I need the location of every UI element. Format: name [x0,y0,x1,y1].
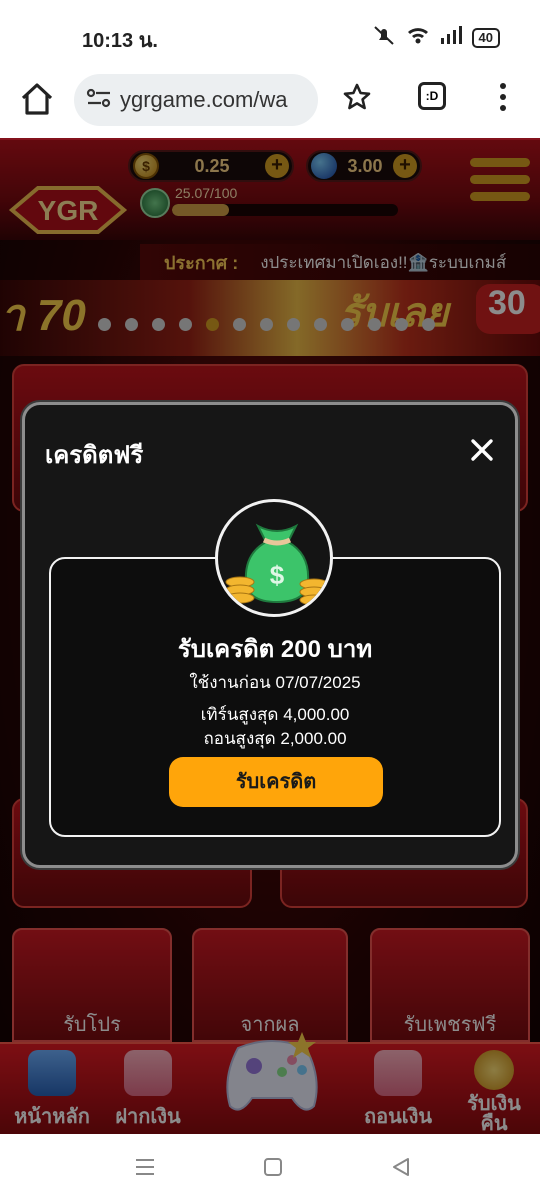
battery-icon: 40 [471,27,500,48]
back-triangle-icon[interactable] [390,1156,412,1178]
credit-max-withdraw: ถอนสูงสุด 2,000.00 [203,729,347,748]
close-icon[interactable] [469,437,495,463]
status-icons: 40 [372,24,500,51]
credit-title: รับเครดิต 200 บาท [177,636,373,663]
recent-apps-icon[interactable] [134,1156,156,1178]
credit-expiry: ใช้งานก่อน 07/07/2025 [189,673,361,692]
signal-icon [440,25,462,50]
claim-credit-button[interactable]: รับเครดิต [169,757,383,807]
credit-max-turnover: เทิร์นสูงสุด 4,000.00 [200,705,350,724]
browser-toolbar: ygrgame.com/wa :D [0,70,540,138]
phone-screen: 10:13 น. 40 ygrgame.com/wa :D YGR $ 0.25… [0,0,540,1200]
home-icon[interactable] [18,80,56,118]
site-settings-icon[interactable] [86,87,114,114]
clock: 10:13 น. [82,30,158,52]
home-square-icon[interactable] [262,1156,284,1178]
svg-text:$: $ [270,560,285,590]
system-navigation-bar [0,1134,540,1200]
wifi-icon [406,25,430,50]
url-text: ygrgame.com/wa [120,87,288,112]
tab-switcher-button[interactable]: :D [418,82,446,110]
modal-title: เครดิตฟรี [45,442,144,469]
money-bag-icon: $ [215,499,333,617]
free-credit-modal: เครดิตฟรี รับเครดิต 200 บาท ใช้งานก่อน 0… [22,402,518,868]
browser-menu-icon[interactable] [498,80,508,114]
address-bar[interactable]: ygrgame.com/wa [74,74,318,126]
mute-icon [372,24,396,51]
status-bar: 10:13 น. 40 [0,0,540,70]
bookmark-star-icon[interactable] [342,82,372,112]
